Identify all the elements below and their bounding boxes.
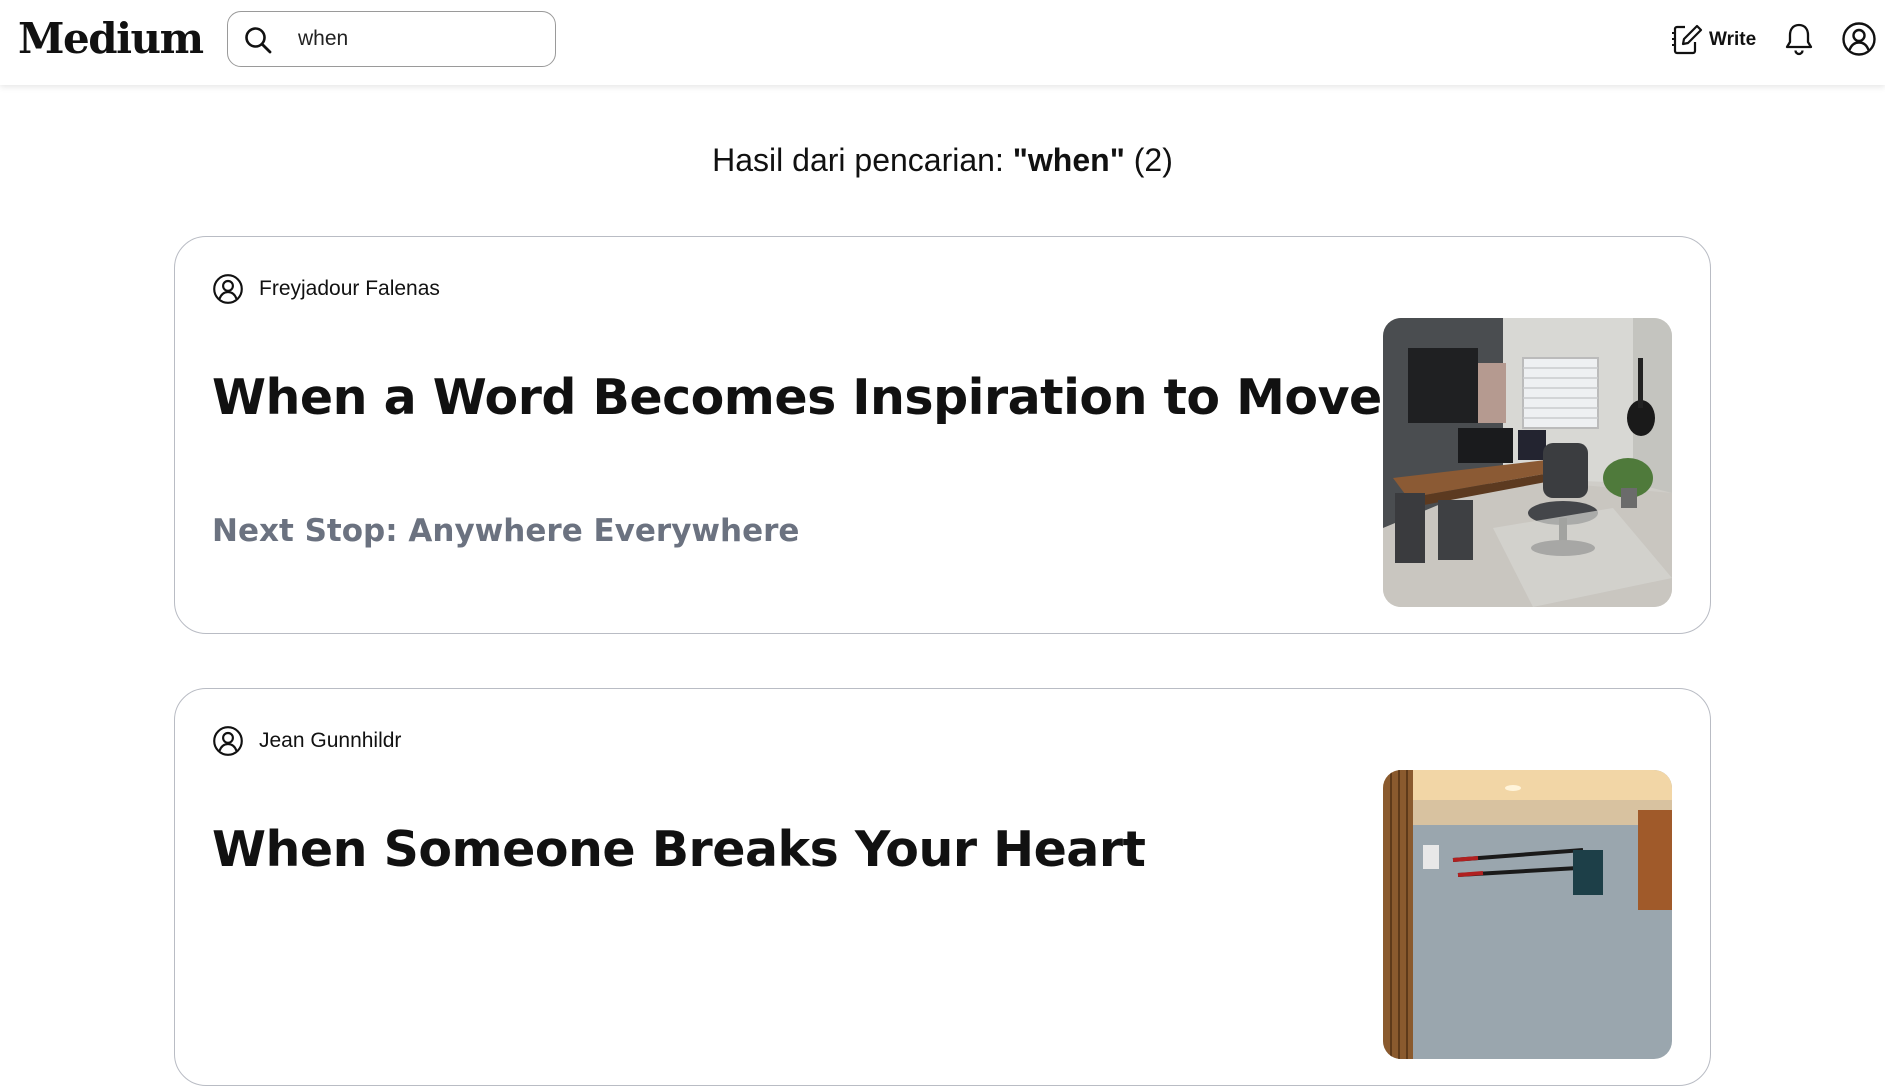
write-icon xyxy=(1672,24,1703,55)
article-card[interactable]: Jean Gunnhildr When Someone Breaks Your … xyxy=(174,688,1711,1086)
article-title[interactable]: When a Word Becomes Inspiration to Move xyxy=(212,369,1382,426)
article-author[interactable]: Jean Gunnhildr xyxy=(212,725,401,757)
write-button[interactable]: Write xyxy=(1671,22,1756,58)
search-input[interactable] xyxy=(298,24,538,54)
article-thumbnail[interactable] xyxy=(1383,770,1672,1059)
search-results-heading: Hasil dari pencarian: "when" (2) xyxy=(0,142,1885,179)
results-prefix: Hasil dari pencarian: xyxy=(712,142,1013,178)
notifications-bell-icon[interactable] xyxy=(1783,21,1815,57)
article-thumbnail[interactable] xyxy=(1383,318,1672,607)
article-subtitle: Next Stop: Anywhere Everywhere xyxy=(212,513,800,549)
interior-wall-photo xyxy=(1383,770,1672,1059)
home-office-photo xyxy=(1383,318,1672,607)
author-avatar-icon xyxy=(213,726,243,756)
search-icon[interactable] xyxy=(242,24,274,56)
author-name: Jean Gunnhildr xyxy=(259,729,402,752)
author-avatar-icon xyxy=(213,274,243,304)
article-title[interactable]: When Someone Breaks Your Heart xyxy=(212,821,1146,878)
article-card[interactable]: Freyjadour Falenas When a Word Becomes I… xyxy=(174,236,1711,634)
results-query: "when" xyxy=(1012,142,1125,178)
author-name: Freyjadour Falenas xyxy=(259,277,440,300)
top-navbar: Medium Write xyxy=(0,0,1885,85)
medium-logo[interactable]: Medium xyxy=(18,14,204,63)
search-box[interactable] xyxy=(227,11,556,67)
results-count: (2) xyxy=(1124,142,1173,178)
article-author[interactable]: Freyjadour Falenas xyxy=(212,273,440,305)
write-label: Write xyxy=(1709,29,1757,50)
profile-avatar-icon[interactable] xyxy=(1841,21,1877,57)
